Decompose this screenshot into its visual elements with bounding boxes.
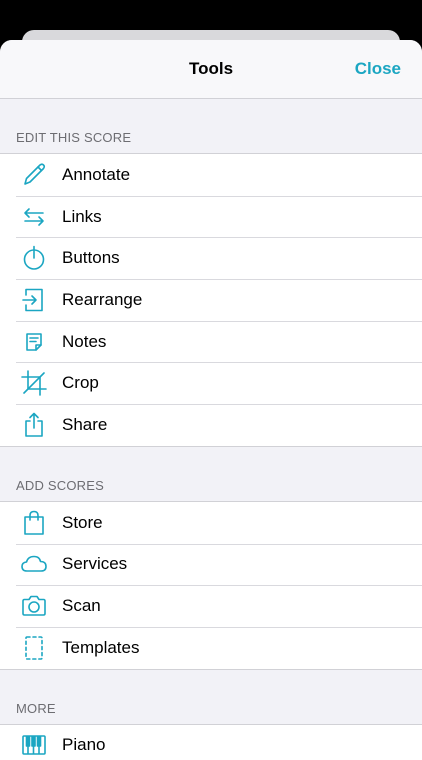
cloud-icon [16, 549, 52, 579]
scan-row[interactable]: Scan [0, 585, 422, 627]
notes-row[interactable]: Notes [0, 320, 422, 363]
piano-label: Piano [62, 735, 106, 755]
store-label: Store [62, 512, 103, 532]
section-header-edit: EDIT THIS SCORE [0, 99, 422, 154]
section-header-more: MORE [0, 670, 422, 725]
annotate-label: Annotate [62, 164, 131, 184]
scan-label: Scan [62, 596, 101, 616]
template-icon [16, 633, 52, 663]
store-row[interactable]: Store [0, 502, 422, 544]
camera-icon [16, 591, 52, 621]
more-list: Piano [0, 724, 422, 760]
tools-sheet: Tools Close EDIT THIS SCORE Annotate Lin… [0, 40, 422, 760]
share-label: Share [62, 414, 108, 434]
buttons-label: Buttons [62, 248, 120, 268]
arrows-icon [16, 202, 52, 232]
navigation-bar: Tools Close [0, 40, 422, 99]
templates-label: Templates [62, 637, 140, 657]
services-label: Services [62, 554, 128, 574]
rearrange-icon [16, 285, 52, 315]
piano-row[interactable]: Piano [0, 725, 422, 760]
tap-icon [16, 243, 52, 273]
buttons-row[interactable]: Buttons [0, 237, 422, 279]
crop-label: Crop [62, 373, 99, 393]
notes-label: Notes [62, 331, 107, 351]
crop-row[interactable]: Crop [0, 362, 422, 404]
annotate-row[interactable]: Annotate [0, 154, 422, 196]
piano-icon [16, 730, 52, 760]
edit-list: Annotate Links Buttons Rearrange Notes C… [0, 154, 422, 447]
close-button[interactable]: Close [355, 59, 401, 79]
bag-icon [16, 508, 52, 538]
rearrange-label: Rearrange [62, 289, 143, 309]
templates-row[interactable]: Templates [0, 626, 422, 669]
crop-icon [16, 368, 52, 398]
add-list: Store Services Scan Templates [0, 501, 422, 670]
pencil-icon [16, 160, 52, 190]
links-label: Links [62, 206, 102, 226]
share-icon [16, 410, 52, 440]
services-row[interactable]: Services [0, 543, 422, 586]
rearrange-row[interactable]: Rearrange [0, 279, 422, 321]
note-icon [16, 327, 52, 357]
section-header-add: ADD SCORES [0, 447, 422, 502]
links-row[interactable]: Links [0, 195, 422, 238]
share-row[interactable]: Share [0, 404, 422, 446]
